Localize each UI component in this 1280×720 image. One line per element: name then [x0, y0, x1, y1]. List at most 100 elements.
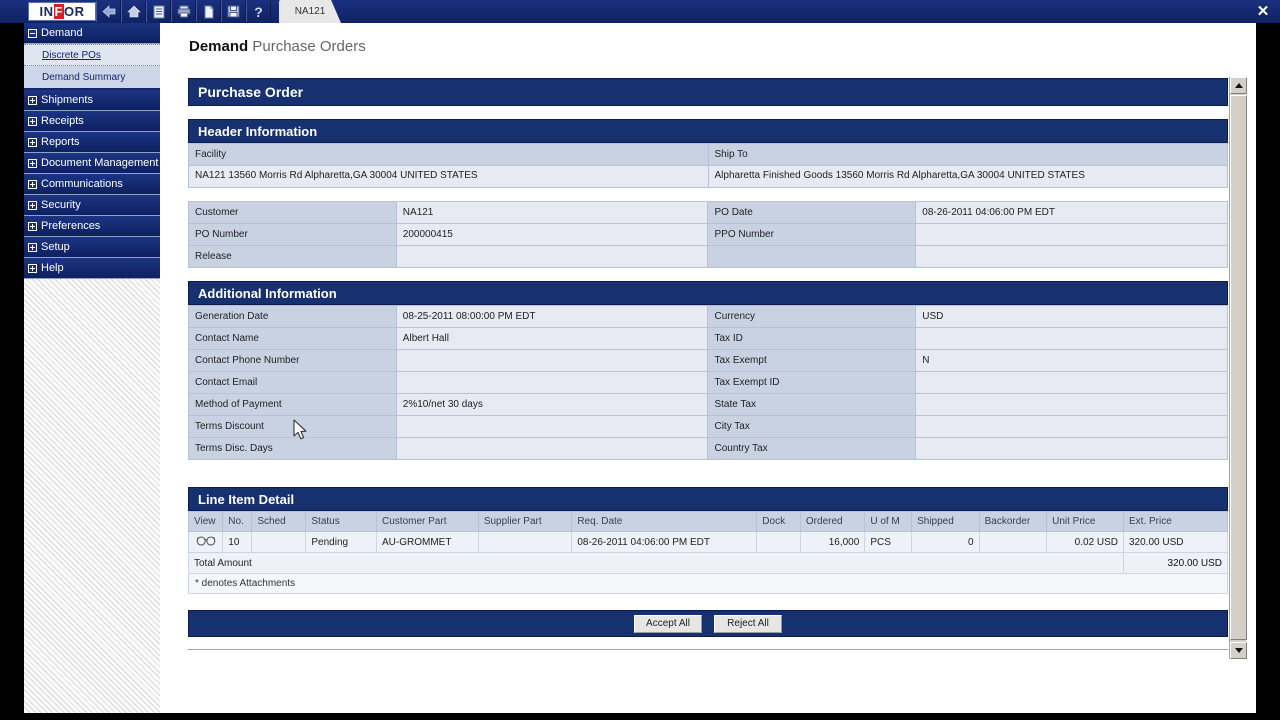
facility-label: Facility [188, 143, 709, 166]
sidebar-item-communications[interactable]: Communications [24, 174, 160, 195]
col-no: No. [222, 511, 253, 532]
top-toolbar: INFOR ? NA121 ✕ [0, 0, 1280, 23]
tax-exempt-label: Tax Exempt [707, 349, 917, 372]
infor-logo-text: INFOR [39, 4, 85, 19]
sidebar-item-label: Preferences [41, 220, 101, 232]
cell-backorder [978, 531, 1048, 553]
accept-all-button[interactable]: Accept All [634, 614, 702, 633]
save-button[interactable] [221, 1, 246, 22]
back-button[interactable] [96, 1, 121, 22]
tax-exempt-value: N [915, 349, 1228, 372]
sidebar-item-document-management[interactable]: Document Management [24, 153, 160, 174]
triangle-up-icon [1234, 83, 1243, 88]
col-backorder: Backorder [978, 511, 1048, 532]
scroll-down-button[interactable] [1230, 642, 1247, 659]
table-row: Terms Disc. Days Country Tax [188, 437, 1228, 460]
help-button[interactable]: ? [246, 1, 271, 22]
sidebar-item-label: Document Management [41, 157, 159, 169]
page-title-bold: Demand [189, 38, 249, 55]
col-unit-price: Unit Price [1046, 511, 1124, 532]
sidebar-item-security[interactable]: Security [24, 195, 160, 216]
reject-all-label: Reject All [727, 618, 769, 629]
home-icon [126, 5, 141, 18]
panel-header-purchase-order: Purchase Order [188, 78, 1228, 106]
currency-value: USD [915, 305, 1228, 328]
empty-label [707, 245, 917, 268]
table-row: 10 Pending AU-GROMMET 08-26-2011 04:06:0… [187, 531, 1228, 553]
sidebar-item-demand[interactable]: Demand [24, 23, 160, 44]
scroll-up-button[interactable] [1230, 77, 1247, 94]
sidebar-item-preferences[interactable]: Preferences [24, 216, 160, 237]
empty-value [915, 245, 1228, 268]
sidebar-item-label: Demand [41, 27, 83, 39]
plus-icon [28, 95, 37, 105]
col-status: Status [305, 511, 378, 532]
plus-icon [28, 263, 37, 273]
sidebar-item-label: Help [41, 262, 64, 274]
release-label: Release [188, 245, 397, 268]
scrollbar-thumb[interactable] [1230, 95, 1247, 640]
table-row: Release [188, 245, 1228, 268]
cell-shipped: 0 [911, 531, 980, 553]
tax-exempt-id-label: Tax Exempt ID [707, 371, 917, 394]
action-button-bar: Accept All Reject All [188, 610, 1228, 637]
plus-icon [28, 200, 37, 210]
table-row: Method of Payment 2%10/net 30 days State… [188, 393, 1228, 416]
glasses-icon [196, 536, 216, 549]
sidebar-item-demand-summary[interactable]: Demand Summary [24, 66, 160, 88]
cell-unit-price: 0.02 USD [1046, 531, 1124, 553]
sidebar-item-setup[interactable]: Setup [24, 237, 160, 258]
bottom-divider [188, 649, 1228, 650]
application-window: INFOR ? NA121 ✕ Demand Discrete POs Dema… [0, 0, 1280, 720]
table-row: Generation Date 08-25-2011 08:00:00 PM E… [188, 305, 1228, 328]
sidebar-item-label: Security [41, 199, 81, 211]
sidebar-item-discrete-pos[interactable]: Discrete POs [24, 44, 160, 66]
vertical-scrollbar[interactable] [1229, 77, 1247, 659]
col-ordered: Ordered [799, 511, 866, 532]
page-title-rest: Purchase Orders [248, 38, 366, 55]
table-row: Contact Phone Number Tax Exempt N [188, 349, 1228, 372]
close-window-button[interactable]: ✕ [1254, 2, 1272, 20]
header-information-title: Header Information [188, 119, 1228, 143]
sidebar-child-label: Discrete POs [42, 49, 101, 61]
currency-label: Currency [707, 305, 917, 328]
additional-information-title: Additional Information [188, 281, 1228, 305]
po-number-label: PO Number [188, 223, 397, 246]
line-item-detail-section: Line Item Detail View No. Sched Status C… [187, 487, 1228, 594]
header-information-address-table: Facility Ship To NA121 13560 Morris Rd A… [188, 143, 1228, 188]
line-items-table: View No. Sched Status Customer Part Supp… [187, 511, 1228, 574]
view-line-item-button[interactable] [187, 531, 224, 553]
plus-icon [28, 242, 37, 252]
header-information-section: Header Information Facility Ship To NA12… [188, 119, 1228, 268]
accept-all-label: Accept All [646, 618, 690, 629]
tab-na121[interactable]: NA121 [279, 0, 341, 23]
reject-all-button[interactable]: Reject All [714, 614, 782, 633]
print-button[interactable] [171, 1, 196, 22]
cell-customer-part: AU-GROMMET [376, 531, 479, 553]
sidebar-item-receipts[interactable]: Receipts [24, 111, 160, 132]
sidebar-item-help[interactable]: Help [24, 258, 160, 279]
col-sched: Sched [251, 511, 307, 532]
contact-email-label: Contact Email [188, 371, 397, 394]
cell-uom: PCS [864, 531, 913, 553]
cell-dock [756, 531, 801, 553]
home-button[interactable] [121, 1, 146, 22]
additional-information-table: Generation Date 08-25-2011 08:00:00 PM E… [188, 305, 1228, 460]
sidebar-item-label: Reports [41, 136, 80, 148]
page-title: Demand Purchase Orders [189, 38, 366, 55]
col-uom: U of M [864, 511, 913, 532]
sidebar-item-reports[interactable]: Reports [24, 132, 160, 153]
sidebar-item-shipments[interactable]: Shipments [24, 90, 160, 111]
document-icon [203, 5, 215, 19]
tax-id-label: Tax ID [707, 327, 917, 350]
state-tax-value [915, 393, 1228, 416]
print-icon [177, 5, 191, 18]
country-tax-value [915, 437, 1228, 460]
line-item-detail-title: Line Item Detail [188, 487, 1228, 511]
section-title-label: Additional Information [198, 285, 337, 301]
total-amount-label: Total Amount [188, 552, 1124, 574]
list-button[interactable] [146, 1, 171, 22]
document-button[interactable] [196, 1, 221, 22]
state-tax-label: State Tax [707, 393, 917, 416]
close-icon: ✕ [1256, 3, 1270, 20]
